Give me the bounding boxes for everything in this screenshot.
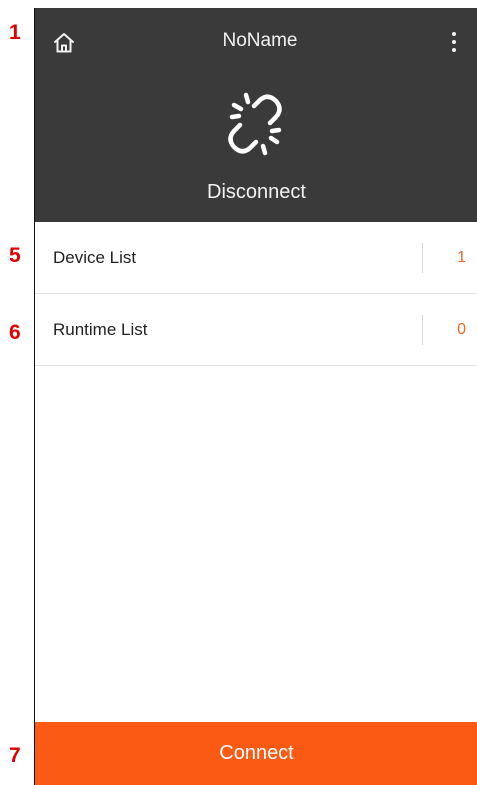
broken-link-icon: [228, 92, 282, 156]
connect-button[interactable]: Connect: [35, 722, 477, 785]
callout-5: 5: [9, 244, 21, 267]
row-divider: [422, 315, 423, 345]
home-button[interactable]: [49, 28, 79, 58]
runtime-list-row[interactable]: Runtime List 0: [35, 294, 477, 366]
home-icon: [54, 33, 74, 53]
more-vertical-icon: [452, 32, 456, 52]
row-divider: [422, 243, 423, 273]
more-menu-button[interactable]: [442, 26, 466, 58]
runtime-list-label: Runtime List: [53, 320, 148, 339]
callout-6: 6: [9, 321, 21, 344]
app-screen: NoName Disconnect Device List 1 Runtime …: [34, 8, 477, 785]
connection-status: Disconnect: [207, 181, 306, 203]
callout-7: 7: [9, 744, 21, 767]
header: NoName Disconnect: [35, 8, 477, 222]
device-list-row[interactable]: Device List 1: [35, 222, 477, 294]
device-title: NoName: [222, 30, 298, 51]
device-count: 1: [457, 249, 466, 266]
runtime-count: 0: [457, 321, 466, 338]
device-list-label: Device List: [53, 248, 137, 267]
callout-1: 1: [9, 21, 21, 44]
